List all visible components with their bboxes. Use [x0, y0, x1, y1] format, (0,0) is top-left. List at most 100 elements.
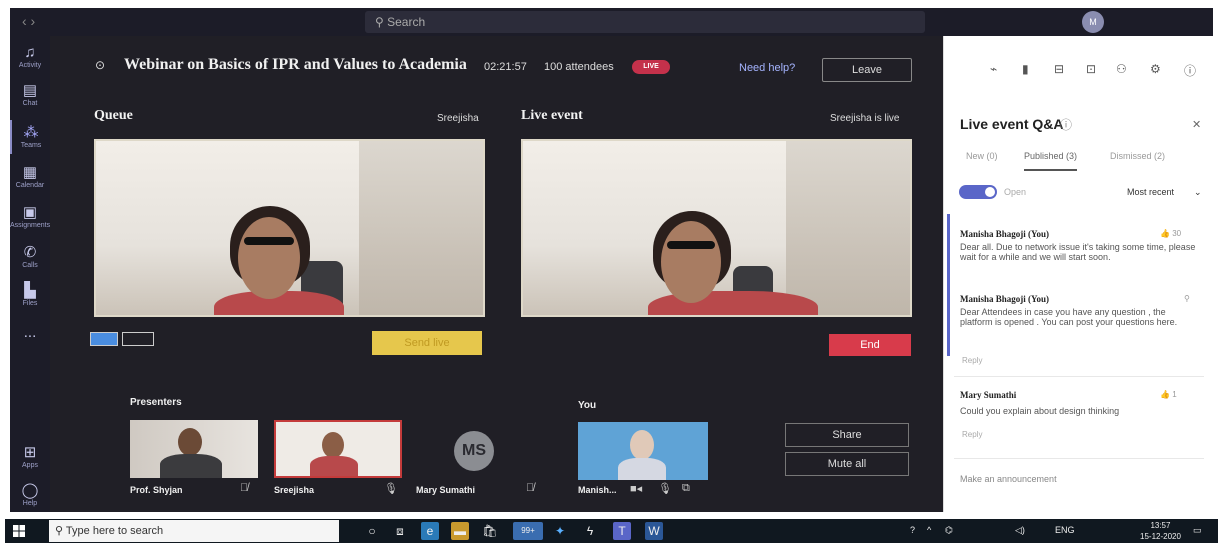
info-icon[interactable]: ⓘ — [1184, 62, 1196, 79]
rail-label: Apps — [22, 462, 38, 469]
files-icon: ▙ — [24, 282, 36, 299]
rail-label: Calendar — [15, 182, 45, 189]
reply-link[interactable]: Reply — [962, 356, 982, 365]
reply-link[interactable]: Reply — [962, 430, 982, 439]
windows-taskbar: ⚲ Type here to search ○ ⧈ e ▬ 🛍 99+ ✦ ϟ … — [5, 519, 1218, 543]
avatar[interactable]: MS — [454, 431, 494, 471]
mic-icon: 🎙 — [384, 483, 398, 495]
clock-date: 15-12-2020 — [1140, 532, 1181, 541]
volume-icon[interactable]: ◁) — [1015, 525, 1025, 536]
live-video[interactable] — [521, 139, 912, 317]
share-button[interactable]: Share — [785, 423, 909, 447]
sort-dropdown[interactable]: Most recent — [1127, 187, 1174, 197]
network-icon[interactable]: ⌬ — [945, 525, 953, 536]
back-forward-arrows[interactable]: ‹ › — [22, 13, 35, 29]
question-text: Dear all. Due to network issue it's taki… — [960, 242, 1196, 262]
filezilla-icon[interactable]: ϟ — [581, 522, 599, 540]
toggle-label: Open — [1004, 187, 1027, 197]
event-title: Webinar on Basics of IPR and Values to A… — [124, 56, 467, 73]
rail-activity[interactable]: ♫ Activity — [10, 40, 50, 74]
end-button[interactable]: End — [829, 334, 911, 356]
question-text: Could you explain about design thinking — [960, 406, 1120, 416]
presenter-tile[interactable] — [274, 420, 402, 478]
live-event-producer: ⊙ Webinar on Basics of IPR and Values to… — [50, 36, 943, 512]
mail-badge: 99+ — [521, 526, 535, 535]
word-icon[interactable]: W — [645, 522, 663, 540]
taskbar-search-input[interactable]: ⚲ Type here to search — [49, 520, 339, 542]
question-author: Manisha Bhagoji (You) — [960, 294, 1050, 304]
tab-new[interactable]: New (0) — [966, 151, 998, 161]
layout-single-button[interactable] — [90, 332, 118, 346]
pulse-icon[interactable]: ⌁ — [990, 62, 997, 76]
question-author: Mary Sumathi — [960, 390, 1017, 400]
rail-apps[interactable]: ⊞ Apps — [10, 440, 50, 474]
windows-start-icon[interactable] — [13, 525, 25, 537]
edge-icon[interactable]: e — [421, 522, 439, 540]
like-count[interactable]: 👍 30 — [1160, 229, 1181, 238]
qa-panel: ⌁ ▮ ⊟ ⊡ ⚇ ⚙ ⓘ Live event Q&A ⓘ ✕ New (0)… — [943, 36, 1213, 512]
task-view-icon[interactable]: ⧈ — [391, 522, 409, 540]
rail-more[interactable]: ... — [10, 320, 50, 354]
meeting-notes-icon[interactable]: ⊟ — [1054, 62, 1064, 76]
assignments-icon: ▣ — [22, 204, 38, 221]
settings-icon[interactable]: ⚙ — [1150, 62, 1161, 76]
search-input[interactable]: ⚲ Search — [365, 11, 925, 33]
camera-icon[interactable]: ■◂ — [630, 482, 642, 495]
cortana-icon[interactable]: ○ — [363, 522, 381, 540]
chevron-up-icon[interactable]: ^ — [927, 525, 931, 535]
rail-calls[interactable]: ✆ Calls — [10, 240, 50, 274]
layout-split-button[interactable] — [122, 332, 154, 346]
chevron-down-icon[interactable]: ⌄ — [1194, 187, 1202, 198]
mail-icon[interactable]: 99+ — [513, 522, 543, 540]
qa-open-toggle[interactable] — [959, 185, 997, 199]
qa-icon[interactable]: ⊡ — [1086, 62, 1096, 76]
participants-icon[interactable]: ⚇ — [1116, 62, 1127, 76]
taskbar-search-placeholder: Type here to search — [65, 525, 164, 537]
info-icon[interactable]: ⓘ — [1060, 116, 1072, 133]
help-tray-icon[interactable]: ? — [910, 525, 915, 535]
share-screen-icon[interactable]: ⧉ — [682, 482, 690, 495]
more-icon: ... — [23, 324, 37, 341]
profile-avatar[interactable]: M — [1082, 11, 1104, 33]
queue-video[interactable] — [94, 139, 485, 317]
tab-published[interactable]: Published (3) — [1024, 151, 1078, 171]
mic-icon[interactable]: 🎙 — [658, 482, 672, 495]
like-count-value: 1 — [1172, 390, 1177, 399]
pin-icon[interactable]: ⚲ — [1184, 294, 1190, 303]
need-help-link[interactable]: Need help? — [739, 62, 795, 74]
help-icon: ◯ — [21, 482, 39, 499]
mic-off-icon: 🎙̸ — [526, 482, 535, 494]
calendar-icon: ▦ — [22, 164, 38, 181]
close-icon[interactable]: ✕ — [1192, 118, 1201, 131]
divider — [954, 458, 1204, 459]
rail-assignments[interactable]: ▣ Assignments — [10, 200, 50, 234]
system-clock[interactable]: 13:57 15-12-2020 — [1140, 520, 1181, 542]
tab-dismissed[interactable]: Dismissed (2) — [1110, 151, 1165, 161]
file-explorer-icon[interactable]: ▬ — [451, 522, 469, 540]
dropbox-icon[interactable]: ✦ — [551, 522, 569, 540]
rail-label: Calls — [22, 262, 38, 269]
rail-help[interactable]: ◯ Help — [10, 478, 50, 512]
presenter-tile[interactable] — [130, 420, 258, 478]
rail-calendar[interactable]: ▦ Calendar — [10, 160, 50, 194]
self-video-tile[interactable] — [578, 422, 708, 480]
attendee-count: 100 attendees — [544, 61, 614, 73]
search-placeholder: Search — [387, 15, 426, 29]
rail-teams[interactable]: ⁂ Teams — [10, 120, 50, 154]
announcement-input[interactable]: Make an announcement — [960, 474, 1057, 484]
self-head — [630, 430, 654, 460]
language-indicator[interactable]: ENG — [1055, 525, 1075, 535]
notes-icon[interactable]: ▮ — [1022, 62, 1029, 76]
rail-chat[interactable]: ▤ Chat — [10, 78, 50, 112]
qa-title: Live event Q&A — [960, 116, 1064, 132]
notifications-icon[interactable]: ▭ — [1193, 525, 1202, 536]
self-name: Manish... — [578, 485, 617, 495]
mute-all-button[interactable]: Mute all — [785, 452, 909, 476]
live-badge: LIVE — [632, 60, 670, 74]
rail-files[interactable]: ▙ Files — [10, 278, 50, 312]
leave-button[interactable]: Leave — [822, 58, 912, 82]
send-live-button[interactable]: Send live — [372, 331, 482, 355]
like-count[interactable]: 👍 1 — [1160, 390, 1177, 399]
store-icon[interactable]: 🛍 — [481, 522, 499, 540]
teams-taskbar-icon[interactable]: T — [613, 522, 631, 540]
